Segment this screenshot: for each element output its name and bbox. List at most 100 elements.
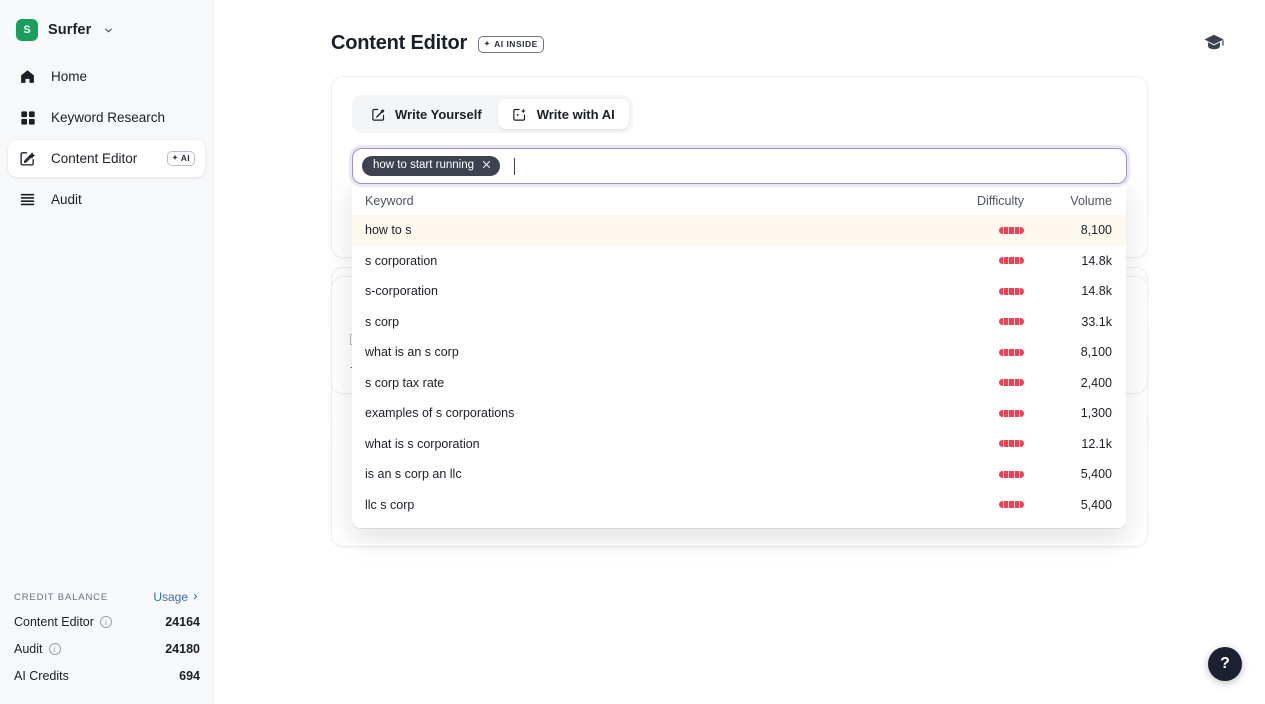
list-lines-icon — [18, 190, 37, 209]
difficulty-bar-icon — [999, 470, 1024, 478]
credit-balance-title: CREDIT BALANCE — [14, 591, 109, 603]
credit-balance-header: CREDIT BALANCE Usage — [14, 590, 200, 604]
sidebar-item-home[interactable]: Home — [8, 58, 205, 95]
dropdown-row-keyword: s corp — [365, 314, 400, 329]
main-content: Content Editor AI INSIDE Write Yourself … — [214, 0, 1265, 704]
dropdown-row[interactable]: s corporation 14.8k — [352, 246, 1126, 277]
text-caret — [514, 157, 516, 175]
pen-square-icon — [370, 106, 386, 122]
difficulty-bar-icon — [999, 440, 1024, 448]
dropdown-row-volume: 1,300 — [1080, 406, 1112, 421]
dropdown-row[interactable]: s corp 33.1k — [352, 307, 1126, 338]
column-header-volume: Volume — [1070, 194, 1112, 208]
close-icon[interactable] — [482, 160, 491, 172]
dropdown-row[interactable]: what is s corporation 12.1k — [352, 429, 1126, 460]
dropdown-row-volume: 8,100 — [1080, 223, 1112, 238]
credit-balance-panel: CREDIT BALANCE Usage Content Editor i 24… — [0, 590, 214, 704]
sidebar-item-audit[interactable]: Audit — [8, 181, 205, 218]
tab-label: Write Yourself — [395, 106, 482, 122]
usage-link-label: Usage — [153, 590, 188, 604]
dropdown-column-headers: Keyword Difficulty Volume — [352, 187, 1126, 215]
mode-tabs: Write Yourself Write with AI — [352, 95, 633, 133]
difficulty-bar-icon — [999, 318, 1024, 326]
page-title: Content Editor — [331, 32, 468, 54]
help-button[interactable]: ? — [1208, 647, 1242, 681]
sidebar-ai-badge: AI — [166, 150, 195, 167]
ai-inside-badge: AI INSIDE — [478, 35, 544, 54]
usage-link[interactable]: Usage — [153, 590, 200, 604]
difficulty-segment — [1020, 227, 1024, 234]
sidebar-item-label: Home — [51, 68, 88, 84]
page-header: Content Editor AI INSIDE — [331, 0, 1225, 55]
keyword-search-input[interactable]: how to start running — [352, 148, 1127, 184]
dropdown-row-keyword: what is s corporation — [365, 436, 480, 451]
dropdown-row[interactable]: examples of s corporations 1,300 — [352, 398, 1126, 429]
sidebar-item-label: Keyword Research — [51, 109, 166, 125]
sparkle-icon — [483, 40, 491, 50]
header-actions — [1203, 32, 1225, 54]
difficulty-bar-icon — [999, 348, 1024, 356]
content-editor-card: Write Yourself Write with AI how to star… — [331, 76, 1148, 528]
difficulty-bar-icon — [999, 226, 1024, 234]
sidebar-item-content-editor[interactable]: Content Editor AI — [8, 140, 205, 177]
sparkle-icon — [171, 154, 179, 164]
dropdown-row-difficulty — [920, 379, 1030, 387]
difficulty-segment — [1020, 471, 1024, 478]
dropdown-row-difficulty — [920, 348, 1030, 356]
sidebar-item-keyword-research[interactable]: Keyword Research — [8, 99, 205, 136]
tab-write-yourself[interactable]: Write Yourself — [356, 99, 496, 129]
info-icon[interactable]: i — [48, 643, 61, 655]
tab-label: Write with AI — [536, 106, 615, 122]
grid-icon — [18, 108, 37, 127]
dropdown-row-volume: 8,100 — [1080, 345, 1112, 360]
credit-row-label-wrap: Audit i — [14, 642, 61, 656]
dropdown-row[interactable]: s-corporation 14.8k — [352, 276, 1126, 307]
dropdown-row-keyword: what is an s corp — [365, 345, 459, 360]
dropdown-row-keyword: s corp tax rate — [365, 375, 445, 390]
difficulty-bar-icon — [999, 409, 1024, 417]
difficulty-bar-icon — [999, 287, 1024, 295]
dropdown-row-difficulty — [920, 287, 1030, 295]
graduation-cap-icon[interactable] — [1203, 32, 1225, 54]
credit-row-label-wrap: AI Credits — [14, 669, 69, 683]
dropdown-row[interactable]: what is an s corp 8,100 — [352, 337, 1126, 368]
credit-row-label-wrap: Content Editor i — [14, 615, 112, 629]
dropdown-row-difficulty — [920, 257, 1030, 265]
difficulty-segment — [1020, 379, 1024, 386]
home-icon — [18, 67, 37, 86]
dropdown-row-keyword: s-corporation — [365, 284, 438, 299]
dropdown-row[interactable]: how to s 8,100 — [352, 215, 1126, 246]
dropdown-row-keyword: s corporation — [365, 253, 438, 268]
sidebar-item-label: Content Editor — [51, 150, 138, 166]
dropdown-row[interactable]: llc s corp 5,400 — [352, 490, 1126, 521]
credit-row-value: 694 — [179, 669, 200, 683]
difficulty-segment — [1020, 318, 1024, 325]
credit-row-label: Audit — [14, 642, 43, 656]
brand-name: Surfer — [48, 22, 92, 38]
credit-row-audit: Audit i 24180 — [14, 642, 200, 656]
keyword-chip-label: how to start running — [373, 159, 475, 172]
dropdown-row-volume: 14.8k — [1081, 284, 1112, 299]
credit-row-label: Content Editor — [14, 615, 94, 629]
difficulty-bar-icon — [999, 501, 1024, 509]
info-icon[interactable]: i — [99, 616, 112, 628]
dropdown-row-volume: 14.8k — [1081, 253, 1112, 268]
ai-sparkle-square-icon — [512, 106, 528, 122]
tab-write-with-ai[interactable]: Write with AI — [497, 99, 629, 129]
keyword-suggestions-dropdown[interactable]: Keyword Difficulty Volume how to s 8,100 s… — [352, 181, 1126, 528]
difficulty-segment — [1020, 501, 1024, 508]
dropdown-row-volume: 5,400 — [1080, 497, 1112, 512]
credit-row-content-editor: Content Editor i 24164 — [14, 615, 200, 629]
dropdown-rows: how to s 8,100 s corporation 14.8k s-corpora… — [352, 215, 1126, 520]
chevron-down-icon — [103, 25, 114, 36]
dropdown-row-keyword: llc s corp — [365, 497, 415, 512]
dropdown-row[interactable]: s corp tax rate 2,400 — [352, 368, 1126, 399]
dropdown-row[interactable]: is an s corp an llc 5,400 — [352, 459, 1126, 490]
brand-workspace-switcher[interactable]: S Surfer — [0, 0, 213, 46]
column-header-difficulty: Difficulty — [976, 194, 1024, 208]
column-header-keyword: Keyword — [365, 194, 414, 208]
dropdown-row-difficulty — [920, 318, 1030, 326]
dropdown-row-volume: 5,400 — [1080, 467, 1112, 482]
content-area: Write Yourself Write with AI how to star… — [331, 76, 1148, 547]
dropdown-row-volume: 33.1k — [1081, 314, 1112, 329]
